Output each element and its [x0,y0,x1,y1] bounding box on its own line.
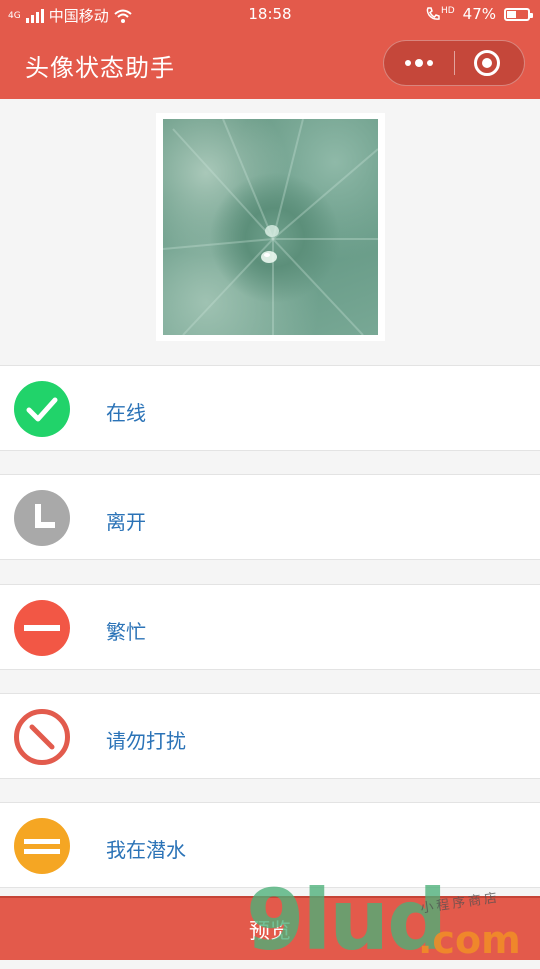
no-entry-icon [14,709,70,765]
more-button[interactable] [384,41,454,85]
battery-percent: 47% [462,5,496,23]
status-right: HD 47% [425,5,533,23]
minus-icon [14,600,70,656]
status-row-dnd[interactable]: 请勿打扰 [0,693,540,779]
status-row-away[interactable]: 离开 [0,474,540,560]
equals-icon [14,818,70,874]
more-dot-icon [427,60,433,66]
watermark-logo: 9lud [246,871,447,969]
status-label: 请勿打扰 [106,729,186,753]
page-title: 头像状态助手 [25,54,175,82]
battery-icon [504,7,533,21]
status-label: 在线 [106,401,146,425]
close-target-icon[interactable] [474,50,500,76]
clock-icon [14,490,70,546]
status-row-online[interactable]: 在线 [0,365,540,451]
status-label: 离开 [106,510,146,534]
more-dot-icon [415,59,423,67]
phone-hd-icon [426,7,440,20]
capsule-divider [454,51,455,75]
check-icon [14,381,70,437]
status-row-busy[interactable]: 繁忙 [0,584,540,670]
leaf-texture [163,119,378,335]
more-dot-icon [405,60,411,66]
watermark-suffix: .com [418,918,521,962]
hd-label: HD [440,6,455,16]
battery-fill [507,10,516,18]
mini-program-capsule [383,40,525,86]
avatar-image[interactable] [163,119,378,335]
status-label: 繁忙 [106,620,146,644]
top-bar: 4G 中国移动 18:58 HD 47% 头像状态助手 [0,0,540,99]
status-label: 我在潜水 [106,838,186,862]
status-bar: 4G 中国移动 18:58 HD 47% [0,0,540,30]
avatar-frame [156,113,385,341]
